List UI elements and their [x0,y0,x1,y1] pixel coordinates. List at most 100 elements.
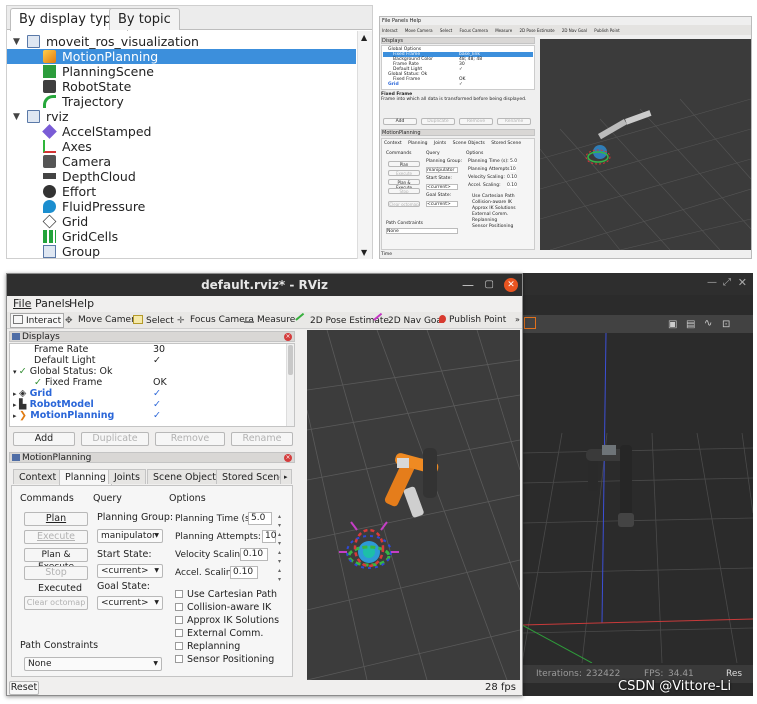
planning-time-spin[interactable]: 5.0 [248,512,272,525]
close-icon[interactable]: ✕ [504,278,518,292]
tree-item-fluid-pressure[interactable]: FluidPressure [43,199,145,214]
row-default-light-value[interactable]: ✓ [153,355,161,366]
path-constraints-select[interactable]: None ▼ [24,657,162,671]
velocity-spin[interactable]: 0.10 [507,175,518,180]
start-state-select[interactable]: <current> ▼ [97,564,163,578]
menu-help[interactable]: Help [410,18,421,24]
clear-octomap-button[interactable]: Clear octomap [24,596,88,610]
duplicate-button[interactable]: Duplicate [81,432,149,446]
tree-item-planning-scene[interactable]: PlanningScene [43,64,154,79]
execute-button[interactable]: Execute [24,530,88,544]
menu-panels[interactable]: Panels [392,18,408,24]
row-grid[interactable]: ▸ ◈ Grid [13,388,52,399]
remove-button[interactable]: Remove [155,432,225,446]
path-constraints-select[interactable]: None [386,228,458,234]
check-approx-ik[interactable]: Approx IK Solutions [472,206,516,211]
tab-scene-objects[interactable]: Scene Objects [147,469,227,484]
tool-interact[interactable]: Interact [10,313,65,328]
check-sensor-positioning[interactable]: Sensor Positioning [472,224,513,229]
3d-viewport[interactable] [307,330,520,680]
vertical-scrollbar[interactable]: ▲ ▼ [357,31,372,259]
plan-button[interactable]: Plan [24,512,88,526]
displays-scrollbar[interactable] [286,344,294,426]
close-icon[interactable]: ✕ [738,276,747,289]
tool-measure[interactable]: Measure [495,28,512,33]
tool-select[interactable]: Select [133,315,174,326]
menu-file[interactable]: File [13,297,31,310]
close-panel-icon[interactable]: × [284,454,292,462]
check-replanning[interactable]: Replanning [175,641,240,652]
menu-panels[interactable]: Panels [35,297,70,310]
check-collision-aware-ik[interactable]: Collision-aware IK [175,602,271,613]
menu-file[interactable]: File [382,18,390,24]
plan-execute-button[interactable]: Plan & Execute [24,548,88,572]
tree-item-robot-state[interactable]: RobotState [43,79,131,94]
row-motion-planning[interactable]: ▸ ❯ MotionPlanning [13,410,114,421]
menu-help[interactable]: Help [69,297,94,310]
minimize-icon[interactable]: — [707,277,717,288]
row-robot-model[interactable]: ▸ ▙ RobotModel [13,399,94,410]
tree-item-folder[interactable]: moveit_ros_visualization [27,34,199,49]
planning-time-spin[interactable]: 5.0 [510,159,518,164]
expand-arrow-icon[interactable]: ▼ [13,37,20,47]
clear-octomap-button[interactable]: Clear octomap [388,201,420,207]
tool-focus-camera[interactable]: Focus Camera [460,28,488,33]
tree-item-accel-stamped[interactable]: AccelStamped [42,124,151,139]
rename-button[interactable]: Rename [231,432,293,446]
tool-2d-nav-goal[interactable]: 2D Nav Goal [373,312,444,327]
row-motion-planning-checkbox[interactable]: ✓ [153,410,161,421]
tool-2d-nav[interactable]: 2D Nav Goal [562,28,587,33]
plan-button[interactable]: Plan [388,161,420,167]
tab-context[interactable]: Context [384,141,402,146]
spin-arrows[interactable]: ▴ ▾ ▴ ▾ ▴ ▾ ▴ ▾ [278,512,287,583]
tree-item-trajectory[interactable]: Trajectory [43,94,124,109]
check-external-comm[interactable]: External Comm. [175,628,263,639]
planning-group-select[interactable]: manipulator [426,167,458,173]
tab-context[interactable]: Context [13,469,63,484]
remove-button[interactable]: Remove [459,118,493,125]
graph-icon[interactable]: ∿ [704,318,712,329]
row-global-status[interactable]: ▾ ✓ Global Status: Ok [13,366,113,377]
goal-state-select[interactable]: <current> [426,201,458,207]
tree-item-folder[interactable]: rviz [27,109,69,124]
duplicate-button[interactable]: Duplicate [421,118,455,125]
maximize-icon[interactable]: ▢ [485,274,494,296]
rename-button[interactable]: Rename [497,118,531,125]
close-panel-icon[interactable]: × [284,333,292,341]
check-cartesian[interactable]: Use Cartesian Path [472,194,515,199]
accel-spin[interactable]: 0.10 [230,566,258,579]
velocity-spin[interactable]: 0.10 [240,548,268,561]
planning-group-select[interactable]: manipulator ▼ [97,529,163,543]
tab-joints[interactable]: Joints [434,141,446,146]
attempts-spin[interactable]: 10 [510,167,516,172]
accel-spin[interactable]: 0.10 [507,183,518,188]
row-frame-rate-value[interactable]: 30 [153,344,165,355]
image-icon[interactable]: ▤ [686,319,695,330]
goal-state-select[interactable]: <current> ▼ [97,596,163,610]
start-state-select[interactable]: <current> [426,184,458,190]
scroll-up-icon[interactable]: ▲ [361,33,367,42]
expand-arrow-icon[interactable]: ▼ [13,112,20,122]
interactive-marker[interactable] [339,521,399,569]
crop-icon[interactable]: ⊡ [722,319,730,330]
minimize-icon[interactable]: — [462,274,474,296]
toolbar-overflow-icon[interactable]: » [515,315,520,324]
tab-scene-objects[interactable]: Scene Objects [453,141,485,146]
tab-joints[interactable]: Joints [108,469,146,484]
reset-button[interactable]: Reset [9,681,39,695]
tree-item-grid[interactable]: Grid [42,214,88,229]
stop-button[interactable]: Stop [24,566,88,580]
check-sensor-positioning[interactable]: Sensor Positioning [175,654,274,665]
tab-planning[interactable]: Planning [408,141,427,146]
tab-stored-scene[interactable]: Stored Scene [491,141,521,146]
tool-interact[interactable]: Interact [382,28,398,33]
tree-item-depthcloud[interactable]: DepthCloud [43,169,136,184]
tree-item-motion-planning[interactable]: MotionPlanning [7,49,356,64]
tool-measure[interactable]: Measure [244,315,295,325]
scroll-down-icon[interactable]: ▼ [361,248,367,257]
add-button[interactable]: Add [13,432,75,446]
row-grid-checkbox[interactable]: ✓ [153,388,161,399]
tab-scroll-right-icon[interactable]: ▸ [280,469,292,484]
check-approx-ik[interactable]: Approx IK Solutions [175,615,279,626]
attempts-spin[interactable]: 10 [262,530,276,543]
